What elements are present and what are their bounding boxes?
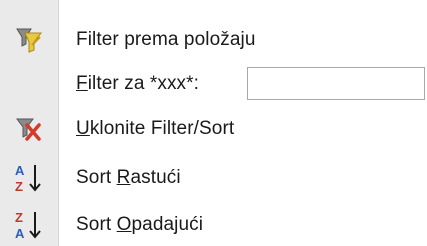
menu-item-remove-filter-sort[interactable]: Uklonite Filter/Sort: [0, 105, 427, 153]
menu-item-filter-for: Filter za *xxx*:: [0, 60, 427, 108]
access-key: U: [76, 118, 90, 139]
access-key: O: [116, 214, 132, 235]
access-key: F: [76, 73, 88, 94]
access-key: R: [116, 167, 131, 188]
sort-ascending-icon: A Z: [12, 161, 46, 195]
menu-item-filter-by-selection[interactable]: Filter prema položaju: [0, 16, 427, 64]
menu-item-label: Filter prema položaju: [76, 29, 256, 50]
menu-item-label: Sort Rastući: [76, 167, 181, 189]
label-text: ilter za *xxx*:: [87, 73, 200, 94]
label-text: klonite Filter/Sort: [89, 118, 235, 139]
context-menu: Filter prema položaju Filter za *xxx*: U…: [0, 0, 427, 246]
menu-item-label: Sort Opadajući: [76, 214, 203, 236]
menu-item-sort-ascending[interactable]: A Z Sort Rastući: [0, 154, 427, 202]
sort-letter-a: A: [15, 226, 25, 241]
menu-item-label: Uklonite Filter/Sort: [76, 118, 234, 140]
menu-item-sort-descending[interactable]: Z A Sort Opadajući: [0, 201, 427, 246]
sort-descending-icon: Z A: [12, 208, 46, 242]
label-text: astući: [130, 167, 181, 188]
remove-filter-icon: [12, 112, 46, 146]
filter-for-input[interactable]: [247, 67, 425, 100]
sort-letter-z: Z: [15, 210, 23, 225]
label-text: Sort: [76, 214, 117, 235]
label-text: Sort: [76, 167, 117, 188]
label-text: padajući: [131, 214, 204, 235]
menu-item-label: Filter za *xxx*:: [76, 73, 199, 95]
sort-letter-z: Z: [15, 179, 23, 194]
sort-letter-a: A: [15, 163, 25, 178]
filter-by-selection-icon: [12, 23, 46, 57]
